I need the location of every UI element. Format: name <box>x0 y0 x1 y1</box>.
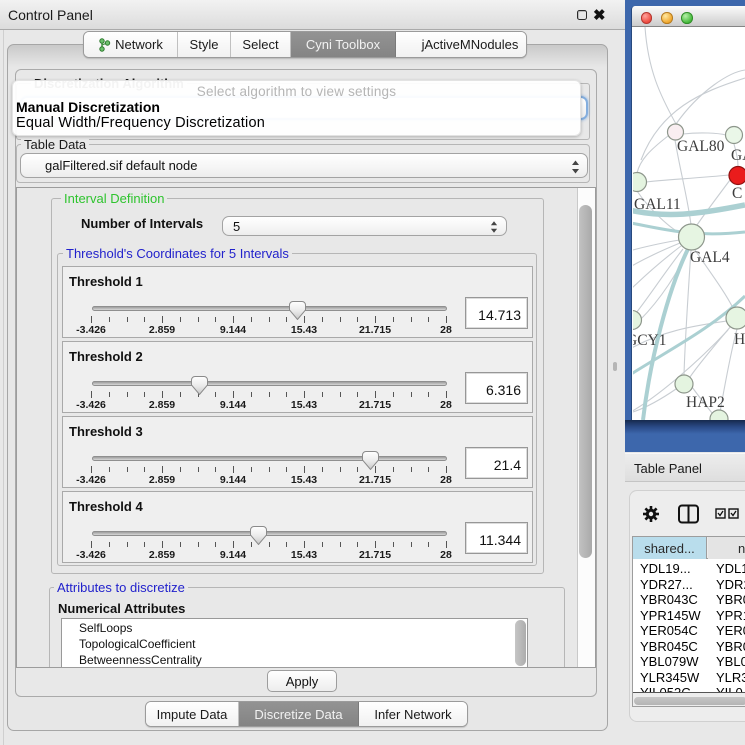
svg-text:GAL4: GAL4 <box>690 249 730 266</box>
svg-text:H: H <box>734 331 745 348</box>
svg-text:GA: GA <box>731 147 745 164</box>
svg-text:HAP2: HAP2 <box>686 394 725 411</box>
svg-text:GCY1: GCY1 <box>633 332 666 349</box>
svg-text:GAL80: GAL80 <box>677 138 725 155</box>
svg-text:C: C <box>732 185 742 202</box>
svg-text:GAL11: GAL11 <box>634 196 681 213</box>
